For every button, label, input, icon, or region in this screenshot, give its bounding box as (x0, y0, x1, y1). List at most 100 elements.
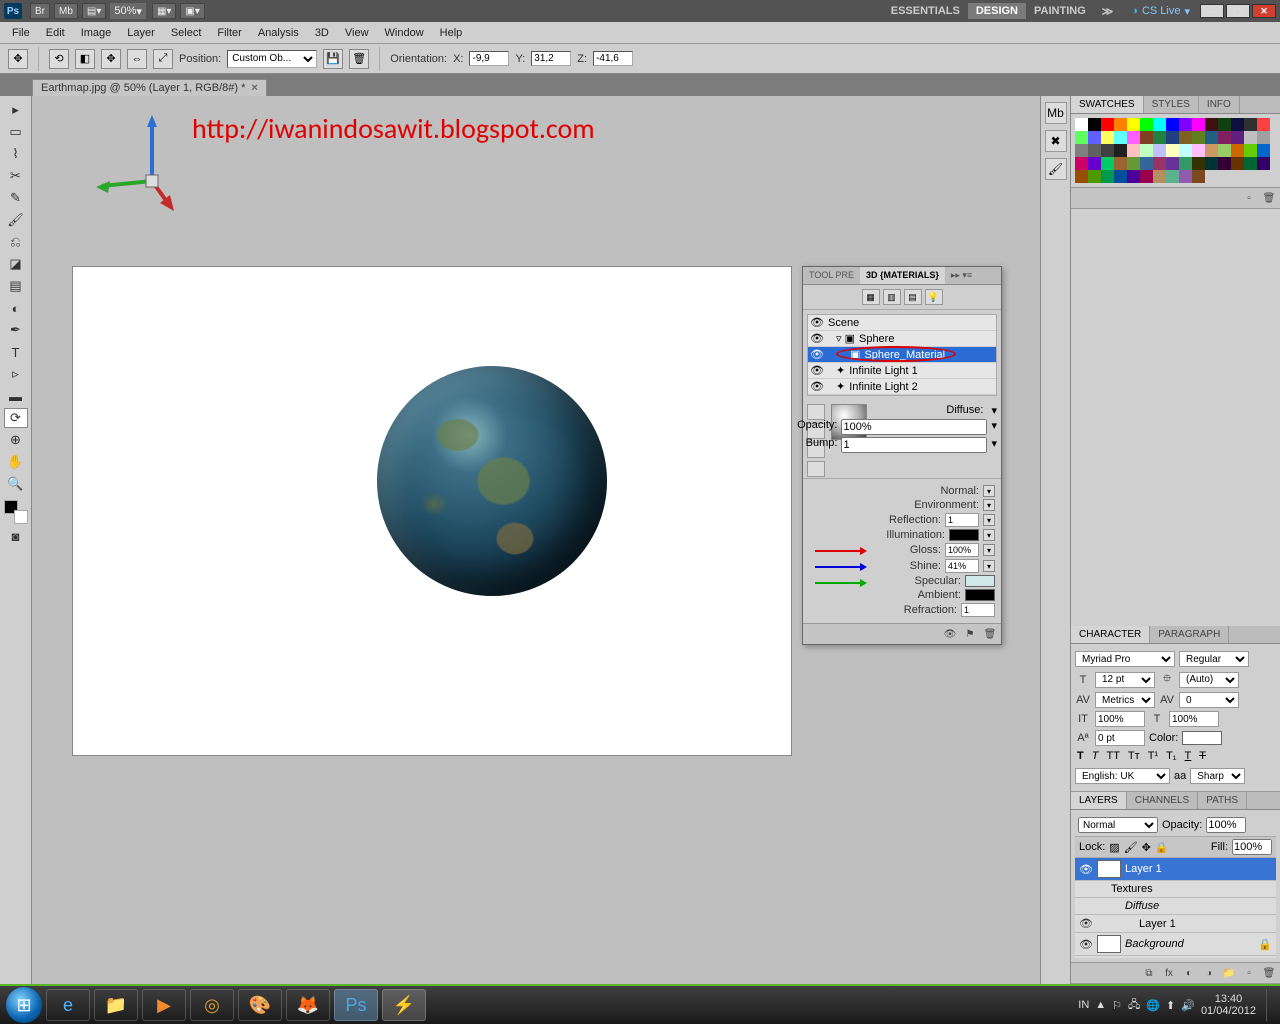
swatch[interactable] (1127, 157, 1140, 170)
layer-thumbnail[interactable] (1097, 935, 1121, 953)
bump-input[interactable] (841, 437, 987, 453)
scene-row-light2[interactable]: 👁✦ Infinite Light 2 (808, 379, 996, 395)
eyedropper-tool[interactable]: ✎ (4, 188, 28, 208)
swatch[interactable] (1257, 118, 1270, 131)
scene-row-light1[interactable]: 👁✦ Infinite Light 1 (808, 363, 996, 379)
swatch[interactable] (1244, 118, 1257, 131)
input-language[interactable]: IN (1078, 999, 1089, 1011)
3d-panel-footer-icon-3[interactable]: 🗑 (982, 627, 998, 641)
visibility-icon[interactable]: 👁 (810, 380, 824, 393)
background-color[interactable] (14, 510, 28, 524)
tab-swatches[interactable]: SWATCHES (1071, 96, 1144, 113)
illumination-menu-icon[interactable]: ▾ (983, 529, 995, 541)
font-family-select[interactable]: Myriad Pro (1075, 651, 1175, 667)
taskbar-wmp-icon[interactable]: ▶ (142, 989, 186, 1021)
swatch[interactable] (1218, 118, 1231, 131)
path-tool[interactable]: ▹ (4, 364, 28, 384)
swatch[interactable] (1127, 144, 1140, 157)
visibility-icon[interactable]: 👁 (810, 316, 824, 329)
pen-tool[interactable]: ✒ (4, 320, 28, 340)
swatch[interactable] (1075, 144, 1088, 157)
earth-sphere-object[interactable] (377, 366, 607, 596)
layer-fx-icon[interactable]: fx (1161, 966, 1177, 980)
layer-row[interactable]: 👁Layer 1 (1075, 858, 1276, 881)
text-color-swatch[interactable] (1182, 731, 1222, 745)
menu-view[interactable]: View (337, 25, 377, 41)
taskbar-photoshop-icon[interactable]: Ps (334, 989, 378, 1021)
stamp-tool[interactable]: ⎌ (4, 232, 28, 252)
opacity-menu-icon[interactable]: ▾ (991, 419, 997, 435)
swatch[interactable] (1218, 131, 1231, 144)
scene-row-scene[interactable]: 👁Scene (808, 315, 996, 331)
vscale-input[interactable] (1095, 711, 1145, 727)
layer-row[interactable]: Diffuse (1075, 898, 1276, 915)
refraction-input[interactable] (961, 603, 995, 617)
workspace-more-icon[interactable]: ≫ (1094, 3, 1122, 20)
swatch[interactable] (1166, 170, 1179, 183)
swatch[interactable] (1244, 157, 1257, 170)
shine-menu-icon[interactable]: ▾ (983, 560, 995, 572)
menu-3d[interactable]: 3D (307, 25, 337, 41)
start-button[interactable]: ⊞ (6, 987, 42, 1023)
layer-row[interactable]: Textures (1075, 881, 1276, 898)
swatch[interactable] (1101, 144, 1114, 157)
3d-panel-footer-icon-2[interactable]: ⚑ (962, 627, 978, 641)
layer-mask-icon[interactable]: ◐ (1181, 966, 1197, 980)
filter-lights-icon[interactable]: 💡 (925, 289, 943, 305)
bump-menu-icon[interactable]: ▾ (991, 437, 997, 453)
swatch[interactable] (1179, 118, 1192, 131)
foreground-background-colors[interactable] (4, 500, 28, 524)
brushes-panel-icon[interactable]: 🖌 (1045, 158, 1067, 180)
3d-scale-icon[interactable]: ⤢ (153, 49, 173, 69)
antialias-select[interactable]: Sharp (1190, 768, 1245, 784)
workspace-design[interactable]: DESIGN (968, 3, 1026, 19)
language-select[interactable]: English: UK (1075, 768, 1170, 784)
save-preset-icon[interactable]: 💾 (323, 49, 343, 69)
gradient-tool[interactable]: ▤ (4, 276, 28, 296)
close-button[interactable]: ✕ (1252, 4, 1276, 18)
zoom-tool[interactable]: 🔍 (4, 474, 28, 494)
swatch[interactable] (1244, 131, 1257, 144)
menu-select[interactable]: Select (163, 25, 210, 41)
adjustment-layer-icon[interactable]: ◑ (1201, 966, 1217, 980)
orientation-x-input[interactable] (469, 51, 509, 66)
gloss-menu-icon[interactable]: ▾ (983, 544, 995, 556)
gloss-input[interactable] (945, 543, 979, 557)
show-desktop-button[interactable] (1266, 989, 1274, 1021)
brush-tool[interactable]: 🖌 (4, 210, 28, 230)
tray-icon-1[interactable]: ▲ (1095, 999, 1106, 1011)
swatch[interactable] (1192, 131, 1205, 144)
swatch[interactable] (1205, 118, 1218, 131)
swatch[interactable] (1088, 144, 1101, 157)
dodge-tool[interactable]: ◐ (4, 298, 28, 318)
taskbar-ie-icon[interactable]: e (46, 989, 90, 1021)
swatch[interactable] (1166, 118, 1179, 131)
allcaps-button[interactable]: TT (1104, 750, 1121, 762)
taskbar-paint-icon[interactable]: 🎨 (238, 989, 282, 1021)
tab-channels[interactable]: CHANNELS (1127, 792, 1198, 809)
swatch[interactable] (1075, 157, 1088, 170)
swatch[interactable] (1192, 157, 1205, 170)
swatch[interactable] (1101, 157, 1114, 170)
material-tool-1[interactable] (807, 404, 825, 420)
swatch[interactable] (1088, 118, 1101, 131)
filter-materials-icon[interactable]: ▤ (904, 289, 922, 305)
hscale-input[interactable] (1169, 711, 1219, 727)
menu-help[interactable]: Help (432, 25, 471, 41)
visibility-icon[interactable]: 👁 (810, 364, 824, 377)
shine-input[interactable] (945, 559, 979, 573)
menu-file[interactable]: File (4, 25, 38, 41)
close-tab-icon[interactable]: × (251, 82, 257, 94)
swatch[interactable] (1257, 157, 1270, 170)
maximize-button[interactable]: ▢ (1226, 4, 1250, 18)
taskbar-clock[interactable]: 13:40 01/04/2012 (1201, 993, 1256, 1017)
smallcaps-button[interactable]: Tᴛ (1126, 750, 1142, 762)
taskbar-flash-icon[interactable]: ⚡ (382, 989, 426, 1021)
cs-live-button[interactable]: ◑CS Live▾ (1131, 5, 1190, 18)
swatch[interactable] (1231, 131, 1244, 144)
lasso-tool[interactable]: ⌇ (4, 144, 28, 164)
3d-slide-icon[interactable]: ⇔ (127, 49, 147, 69)
swatch[interactable] (1101, 170, 1114, 183)
taskbar-explorer-icon[interactable]: 📁 (94, 989, 138, 1021)
blend-mode-select[interactable]: Normal (1078, 817, 1158, 833)
